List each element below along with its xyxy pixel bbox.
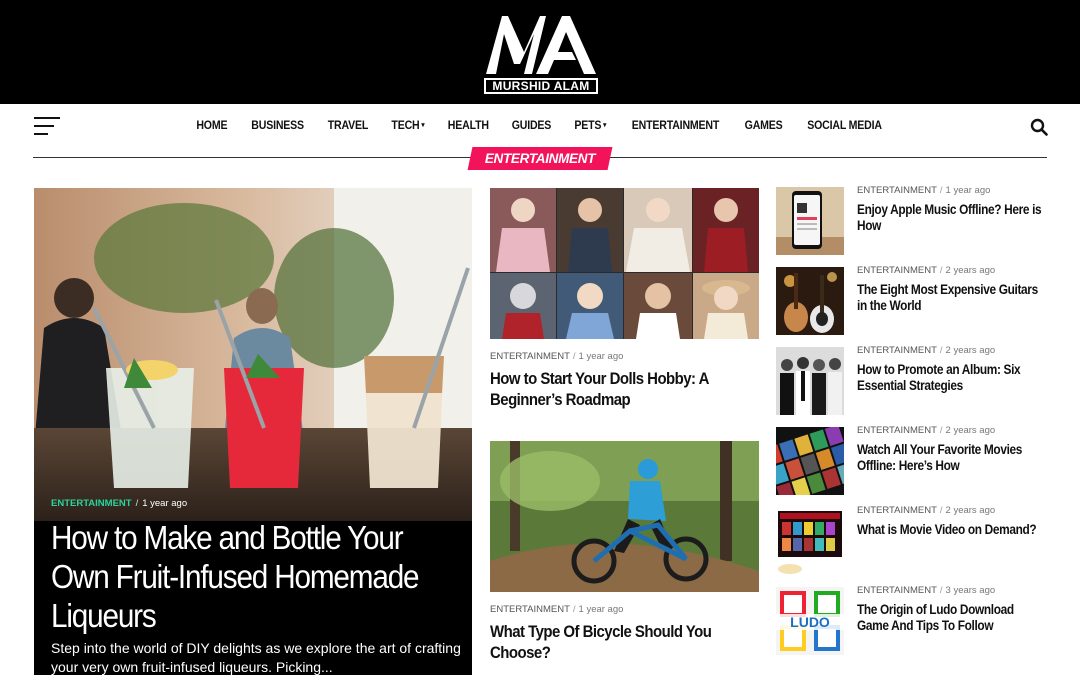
nav-item-guides[interactable]: GUIDES: [512, 120, 552, 132]
article-time: 2 years ago: [945, 345, 996, 356]
section-title: ENTERTAINMENT: [484, 151, 596, 166]
article-category[interactable]: ENTERTAINMENT: [857, 185, 937, 196]
article-title[interactable]: What Type Of Bicycle Should You Choose?: [490, 621, 754, 663]
article-image-dolls: [490, 188, 759, 339]
sidebar-article[interactable]: ENTERTAINMENT/2 years ago How to Promote…: [776, 345, 1046, 415]
article-image-bicycle: [490, 441, 759, 592]
nav-item-travel[interactable]: TRAVEL: [328, 120, 369, 132]
search-icon[interactable]: [1030, 118, 1048, 136]
article-thumb-guitars: [776, 267, 844, 335]
nav-item-entertainment[interactable]: ENTERTAINMENT: [632, 120, 720, 132]
nav-item-tech[interactable]: TECH ▾: [391, 120, 424, 132]
article-category[interactable]: ENTERTAINMENT: [857, 425, 937, 436]
article-thumb-movies: [776, 427, 844, 495]
article-time: 1 year ago: [578, 351, 624, 362]
article-card[interactable]: ENTERTAINMENT/1 year ago What Type Of Bi…: [490, 441, 759, 663]
sidebar-article[interactable]: ENTERTAINMENT/2 years ago What is Movie …: [776, 505, 1046, 575]
featured-article[interactable]: ENTERTAINMENT/1 year ago How to Make and…: [34, 188, 472, 675]
logo-text: MURSHID ALAM: [484, 78, 598, 94]
article-meta: ENTERTAINMENT/2 years ago: [857, 345, 996, 356]
article-thumb-band: [776, 347, 844, 415]
sidebar-article[interactable]: LUDO ENTERTAINMENT/3 years ago The Origi…: [776, 585, 1046, 655]
article-title[interactable]: The Origin of Ludo Download Game And Tip…: [857, 602, 1042, 634]
article-time: 2 years ago: [945, 265, 996, 276]
article-category[interactable]: ENTERTAINMENT: [857, 345, 937, 356]
article-meta: ENTERTAINMENT/1 year ago: [490, 351, 624, 362]
article-title[interactable]: Enjoy Apple Music Offline? Here is How: [857, 202, 1042, 234]
article-title[interactable]: Watch All Your Favorite Movies Offline: …: [857, 442, 1042, 474]
featured-meta: ENTERTAINMENT/1 year ago: [51, 498, 188, 509]
article-meta: ENTERTAINMENT/1 year ago: [490, 604, 624, 615]
article-meta: ENTERTAINMENT/3 years ago: [857, 585, 996, 596]
logo-mark: [486, 16, 596, 74]
article-thumb-video-on-demand: [776, 507, 844, 575]
nav-item-home[interactable]: HOME: [196, 120, 227, 132]
nav-item-health[interactable]: HEALTH: [447, 120, 488, 132]
sidebar-article[interactable]: ENTERTAINMENT/2 years ago The Eight Most…: [776, 265, 1046, 335]
article-category[interactable]: ENTERTAINMENT: [490, 604, 570, 615]
article-meta: ENTERTAINMENT/2 years ago: [857, 265, 996, 276]
article-time: 3 years ago: [945, 585, 996, 596]
site-logo[interactable]: MURSHID ALAM: [484, 12, 598, 94]
nav-item-business[interactable]: BUSINESS: [251, 120, 304, 132]
sidebar-article[interactable]: ENTERTAINMENT/2 years ago Watch All Your…: [776, 425, 1046, 495]
article-meta: ENTERTAINMENT/2 years ago: [857, 425, 996, 436]
featured-excerpt: Step into the world of DIY delights as w…: [51, 640, 461, 675]
site-header: MURSHID ALAM: [0, 0, 1080, 104]
article-thumb-ludo: LUDO: [776, 587, 844, 655]
nav-menu: HOME BUSINESS TRAVEL TECH ▾ HEALTH GUIDES…: [0, 104, 1080, 148]
article-title[interactable]: How to Start Your Dolls Hobby: A Beginne…: [490, 368, 754, 410]
article-title[interactable]: The Eight Most Expensive Guitars in the …: [857, 282, 1042, 314]
article-card[interactable]: ENTERTAINMENT/1 year ago How to Start Yo…: [490, 188, 759, 410]
nav-item-pets[interactable]: PETS ▾: [575, 120, 607, 132]
dropdown-caret-icon: ▾: [421, 122, 425, 129]
article-time: 1 year ago: [945, 185, 991, 196]
featured-image-cocktails: [34, 188, 472, 521]
dropdown-caret-icon: ▾: [603, 122, 607, 129]
article-thumb-apple-music: [776, 187, 844, 255]
article-title[interactable]: What is Movie Video on Demand?: [857, 522, 1042, 538]
nav-item-games[interactable]: GAMES: [744, 120, 782, 132]
featured-time: 1 year ago: [142, 498, 188, 509]
nav-item-social-media[interactable]: SOCIAL MEDIA: [807, 120, 882, 132]
article-category[interactable]: ENTERTAINMENT: [490, 351, 570, 362]
article-meta: ENTERTAINMENT/1 year ago: [857, 185, 991, 196]
featured-category[interactable]: ENTERTAINMENT: [51, 498, 132, 509]
article-time: 2 years ago: [945, 425, 996, 436]
article-time: 2 years ago: [945, 505, 996, 516]
svg-text:LUDO: LUDO: [790, 614, 830, 630]
sidebar-article[interactable]: ENTERTAINMENT/1 year ago Enjoy Apple Mus…: [776, 185, 1046, 255]
article-time: 1 year ago: [578, 604, 624, 615]
article-title[interactable]: How to Promote an Album: Six Essential S…: [857, 362, 1042, 394]
article-meta: ENTERTAINMENT/2 years ago: [857, 505, 996, 516]
featured-title[interactable]: How to Make and Bottle Your Own Fruit-In…: [51, 518, 461, 635]
article-category[interactable]: ENTERTAINMENT: [857, 585, 937, 596]
article-category[interactable]: ENTERTAINMENT: [857, 505, 937, 516]
article-category[interactable]: ENTERTAINMENT: [857, 265, 937, 276]
